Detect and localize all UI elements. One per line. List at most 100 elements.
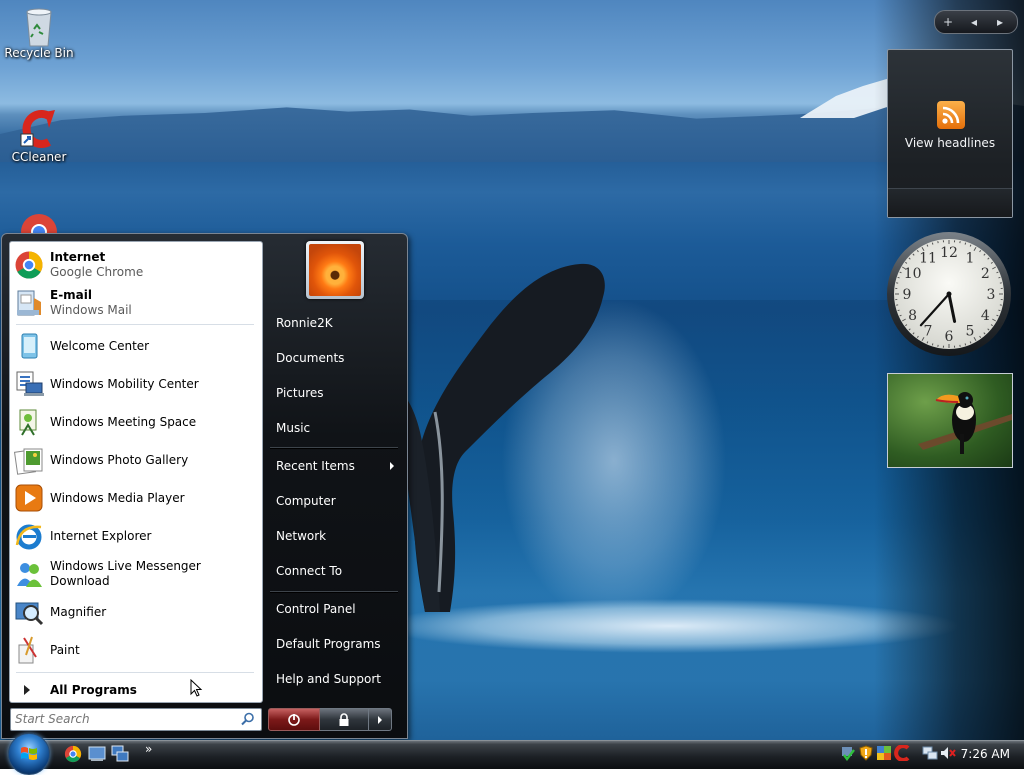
link-computer[interactable]: Computer bbox=[270, 485, 400, 518]
taskbar-clock[interactable]: 7:26 AM bbox=[961, 747, 1010, 761]
user-picture[interactable] bbox=[306, 241, 364, 299]
link-help-and-support[interactable]: Help and Support bbox=[270, 663, 400, 696]
clock-tick bbox=[965, 243, 966, 245]
ccleaner-icon bbox=[19, 108, 59, 148]
windows-mail-icon bbox=[14, 288, 44, 318]
program-paint[interactable]: Paint bbox=[14, 632, 258, 668]
clock-tick bbox=[998, 310, 1000, 311]
pinned-item-email[interactable]: E-mail Windows Mail bbox=[14, 285, 258, 321]
magnifier-icon bbox=[14, 597, 44, 627]
clock-tick bbox=[965, 343, 966, 345]
flower-avatar bbox=[309, 244, 361, 296]
clock-tick bbox=[998, 277, 1000, 278]
power-button[interactable] bbox=[268, 708, 320, 731]
program-label: Welcome Center bbox=[50, 339, 149, 354]
program-magnifier[interactable]: Magnifier bbox=[14, 594, 258, 630]
all-programs-button[interactable]: All Programs bbox=[14, 679, 258, 701]
program-internet-explorer[interactable]: Internet Explorer bbox=[14, 518, 258, 554]
desktop-icon-ccleaner[interactable]: CCleaner bbox=[1, 108, 77, 164]
view-headlines-label[interactable]: View headlines bbox=[888, 136, 1012, 150]
pinned-separator bbox=[16, 324, 254, 325]
clock-tick bbox=[898, 277, 900, 278]
mouse-cursor-icon bbox=[190, 679, 204, 699]
program-meeting-space[interactable]: Windows Meeting Space bbox=[14, 404, 258, 440]
toucan-photo bbox=[888, 374, 1012, 467]
next-page-button[interactable]: ▸ bbox=[987, 15, 1013, 29]
quick-launch-overflow[interactable]: » bbox=[145, 742, 152, 756]
clock-number: 7 bbox=[924, 323, 933, 339]
clock-gadget[interactable]: 121234567891011 bbox=[886, 231, 1012, 357]
sidebar-controls: + ◂ ▸ bbox=[934, 10, 1018, 34]
lock-icon bbox=[338, 713, 350, 727]
clock-number: 9 bbox=[903, 287, 912, 303]
clock-number: 5 bbox=[966, 323, 975, 339]
arrow-right-icon bbox=[378, 716, 382, 724]
show-desktop-icon[interactable] bbox=[88, 745, 106, 763]
pinned-item-subtitle: Google Chrome bbox=[50, 265, 143, 280]
notification-area: 7:26 AM bbox=[838, 742, 1024, 766]
link-control-panel[interactable]: Control Panel bbox=[270, 593, 400, 626]
all-programs-label: All Programs bbox=[50, 683, 137, 697]
program-label: Windows Meeting Space bbox=[50, 415, 196, 430]
link-recent-items[interactable]: Recent Items bbox=[270, 450, 400, 483]
clock-number: 12 bbox=[940, 245, 958, 261]
lock-button[interactable] bbox=[320, 708, 369, 731]
link-pictures[interactable]: Pictures bbox=[270, 377, 400, 410]
network-check-icon[interactable] bbox=[840, 745, 856, 761]
clock-tick bbox=[898, 310, 900, 311]
clock-number: 8 bbox=[908, 308, 917, 324]
start-search-box[interactable] bbox=[10, 708, 262, 731]
pinned-item-title: Internet bbox=[50, 250, 143, 265]
link-network[interactable]: Network bbox=[270, 520, 400, 553]
link-default-programs[interactable]: Default Programs bbox=[270, 628, 400, 661]
start-button[interactable] bbox=[8, 733, 50, 775]
slideshow-gadget[interactable] bbox=[887, 373, 1013, 468]
desktop-icon-recycle-bin[interactable]: Recycle Bin bbox=[1, 4, 77, 60]
shutdown-options-button[interactable] bbox=[369, 708, 392, 731]
desktop-icon-label: CCleaner bbox=[1, 150, 77, 164]
power-button-group bbox=[268, 708, 395, 729]
start-search-input[interactable] bbox=[11, 709, 235, 728]
program-mobility-center[interactable]: Windows Mobility Center bbox=[14, 366, 258, 402]
ccleaner-icon[interactable] bbox=[894, 745, 912, 761]
feed-headlines-gadget[interactable]: View headlines bbox=[887, 49, 1013, 218]
welcome-center-icon bbox=[14, 331, 44, 361]
desktop-icon-label: Recycle Bin bbox=[1, 46, 77, 60]
program-welcome-center[interactable]: Welcome Center bbox=[14, 328, 258, 364]
clock-number: 4 bbox=[981, 308, 990, 324]
meeting-space-icon bbox=[14, 407, 44, 437]
pinned-item-title: E-mail bbox=[50, 288, 132, 303]
previous-page-button[interactable]: ◂ bbox=[961, 15, 987, 29]
windows-update-icon[interactable] bbox=[876, 745, 892, 761]
recycle-bin-icon bbox=[19, 4, 59, 44]
switch-windows-icon[interactable] bbox=[111, 745, 129, 763]
internet-explorer-icon bbox=[14, 521, 44, 551]
mobility-center-icon bbox=[14, 369, 44, 399]
volume-muted-icon[interactable] bbox=[940, 745, 956, 761]
program-messenger-download[interactable]: Windows Live Messenger Download bbox=[14, 556, 258, 592]
clock-number: 1 bbox=[966, 251, 975, 267]
security-shield-icon[interactable] bbox=[858, 745, 874, 761]
program-label: Windows Mobility Center bbox=[50, 377, 199, 392]
search-icon[interactable] bbox=[241, 712, 255, 726]
link-connect-to[interactable]: Connect To bbox=[270, 555, 400, 588]
program-photo-gallery[interactable]: Windows Photo Gallery bbox=[14, 442, 258, 478]
program-label: Paint bbox=[50, 643, 80, 658]
right-separator bbox=[270, 447, 398, 449]
clock-tick bbox=[932, 243, 933, 245]
link-user-folder[interactable]: Ronnie2K bbox=[270, 307, 400, 340]
clock-number: 2 bbox=[981, 266, 990, 282]
add-gadget-button[interactable]: + bbox=[935, 15, 961, 29]
clock-number: 3 bbox=[987, 287, 996, 303]
google-chrome-icon[interactable] bbox=[64, 745, 82, 763]
program-media-player[interactable]: Windows Media Player bbox=[14, 480, 258, 516]
start-menu: Internet Google Chrome E-mail Windows Ma… bbox=[1, 233, 408, 739]
pinned-item-internet[interactable]: Internet Google Chrome bbox=[14, 247, 258, 283]
link-documents[interactable]: Documents bbox=[270, 342, 400, 375]
network-icon[interactable] bbox=[922, 745, 938, 761]
link-music[interactable]: Music bbox=[270, 412, 400, 445]
clock-number: 11 bbox=[919, 251, 937, 267]
submenu-arrow-icon bbox=[390, 462, 394, 470]
programs-separator bbox=[16, 672, 254, 673]
start-menu-programs-pane: Internet Google Chrome E-mail Windows Ma… bbox=[9, 241, 263, 703]
